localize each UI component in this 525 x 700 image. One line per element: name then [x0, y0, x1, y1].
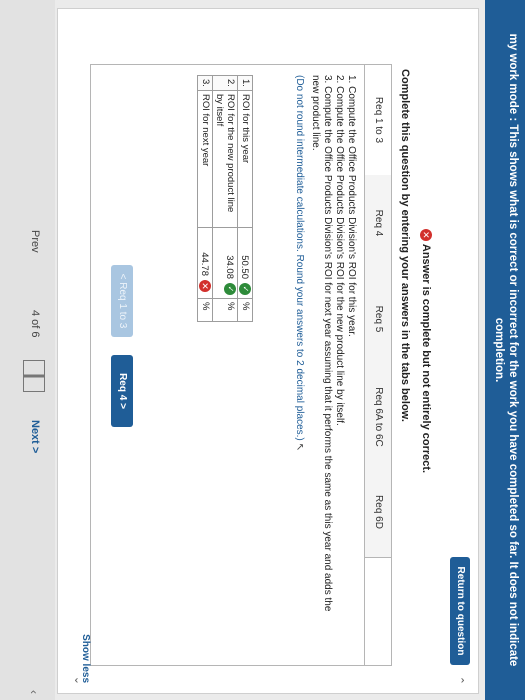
page-indicator: 4 of 6	[29, 310, 41, 338]
banner-line-2: completion.	[493, 317, 505, 383]
question-text: 1. Compute the Office Products Division'…	[293, 75, 357, 660]
unit-label: %	[237, 298, 253, 322]
question-card: Return to question ⌃ ✕ Answer is complete…	[57, 8, 479, 694]
tab-req-1-to-3[interactable]: Req 1 to 3	[365, 65, 391, 176]
row-label: ROI for the new product line by itself	[212, 90, 238, 228]
answer-status: ✕ Answer is complete but not entirely cor…	[419, 9, 432, 693]
page-footer: Prev 4 of 6 Next > ‹	[0, 0, 55, 700]
req-navigation: < Req 1 to 3 Req 4 >	[109, 65, 133, 665]
question-line-3b: new product line.	[310, 75, 321, 151]
footer-prev-button[interactable]: Prev	[29, 230, 41, 253]
answer-input[interactable]: 44.78 ✕	[197, 227, 213, 299]
table-row: 2. ROI for the new product line by itsel…	[212, 75, 238, 322]
answer-value: 34.08	[224, 255, 236, 279]
row-number: 1.	[237, 75, 253, 91]
answer-table: 1. ROI for this year 50.50✓ % 2. ROI for…	[197, 75, 253, 322]
return-to-question-button[interactable]: Return to question	[450, 557, 470, 665]
unit-label: %	[197, 298, 213, 322]
chevron-down-icon[interactable]: ⌄	[72, 676, 85, 685]
tab-req-4[interactable]: Req 4	[365, 175, 391, 272]
check-circle-icon: ✓	[224, 283, 236, 295]
question-line-2: 2. Compute the Office Products Division'…	[334, 75, 345, 426]
row-label: ROI for next year	[197, 90, 213, 228]
tab-bar: Req 1 to 3 Req 4 Req 5 Req 6A to 6C Req …	[364, 65, 391, 665]
answer-input[interactable]: 50.50 ✓	[237, 227, 253, 299]
question-line-3: 3. Compute the Office Products Division'…	[322, 75, 333, 612]
x-circle-icon: ✕	[419, 228, 432, 241]
table-row: 3. ROI for next year 44.78 ✕ %	[197, 75, 213, 322]
rounding-note: (Do not round intermediate calculations.…	[293, 75, 305, 660]
tab-req-6d[interactable]: Req 6D	[365, 467, 391, 558]
tab-req-5[interactable]: Req 5	[365, 271, 391, 368]
review-mode-banner: my work mode : This shows what is correc…	[485, 0, 525, 700]
unit-label: %	[212, 298, 238, 322]
grid-icon[interactable]	[23, 360, 45, 392]
chevron-left-icon[interactable]: ‹	[27, 690, 41, 694]
row-number: 3.	[197, 75, 213, 91]
check-circle-icon: ✓	[239, 283, 251, 295]
tab-req-6a-to-6c[interactable]: Req 6A to 6C	[365, 367, 391, 468]
status-text: Answer is complete but not entirely corr…	[420, 243, 432, 474]
chevron-up-icon[interactable]: ⌃	[453, 676, 466, 685]
screen: my work mode : This shows what is correc…	[0, 0, 525, 700]
instruction-text: Complete this question by entering your …	[399, 69, 411, 422]
next-req-button[interactable]: Req 4 >	[111, 355, 133, 427]
table-row: 1. ROI for this year 50.50 ✓ %	[237, 75, 253, 322]
row-label: ROI for this year	[237, 90, 253, 228]
tab-panel: Req 1 to 3 Req 4 Req 5 Req 6A to 6C Req …	[90, 64, 392, 666]
rounding-note-text: (Do not round intermediate calculations.…	[294, 75, 305, 441]
answer-input[interactable]: 34.08 ✓	[212, 227, 238, 299]
question-line-1: 1. Compute the Office Products Division'…	[346, 75, 357, 337]
footer-next-button[interactable]: Next >	[29, 420, 41, 453]
row-number: 2.	[212, 75, 238, 91]
prev-req-button[interactable]: < Req 1 to 3	[111, 265, 133, 337]
answer-value: 44.78	[199, 252, 211, 276]
banner-line-1: my work mode : This shows what is correc…	[507, 33, 519, 667]
mouse-cursor-icon: ↖	[294, 442, 305, 452]
answer-value: 50.50	[239, 255, 251, 279]
x-circle-icon: ✕	[199, 280, 211, 292]
